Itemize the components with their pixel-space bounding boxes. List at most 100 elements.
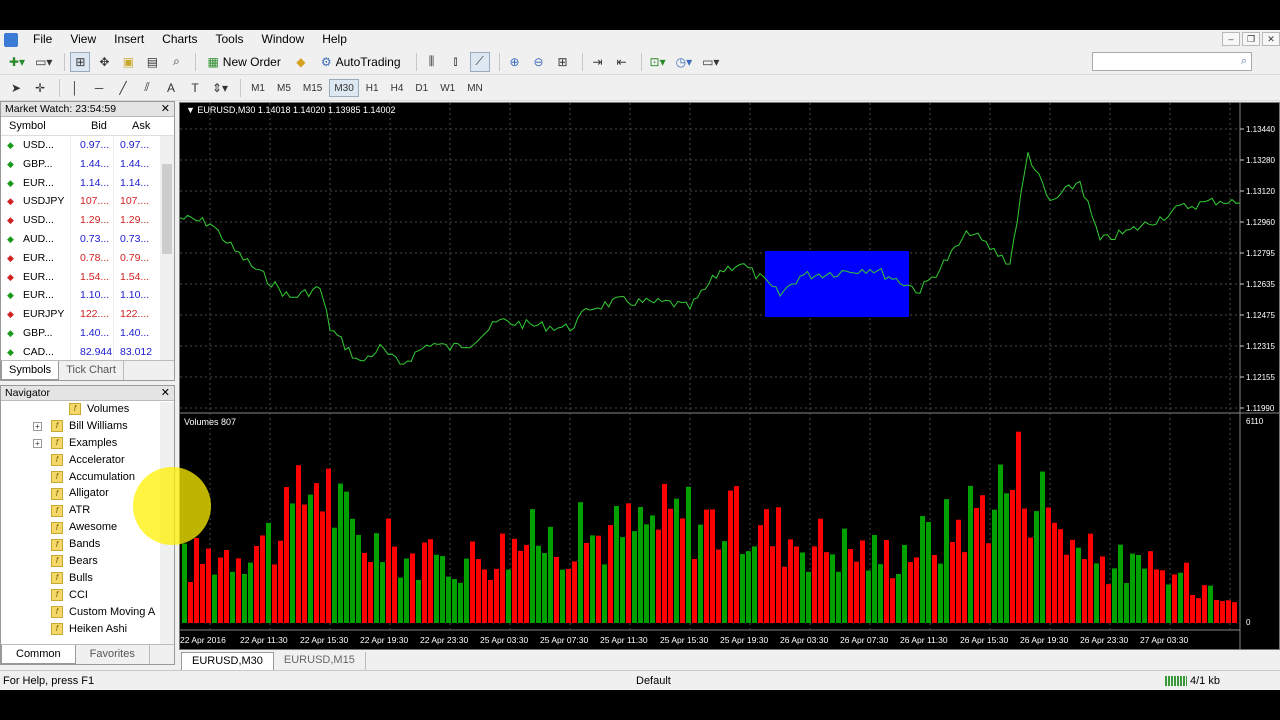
market-watch-icon[interactable]: ⊞ [70, 51, 91, 72]
column-ask[interactable]: Ask [114, 117, 159, 135]
scrollbar-thumb[interactable] [162, 164, 172, 254]
menu-view[interactable]: View [61, 30, 105, 49]
menu-charts[interactable]: Charts [153, 30, 206, 49]
market-watch-row[interactable]: ◆ EUR... 0.78... 0.79... [1, 248, 174, 268]
profiles-icon[interactable]: ▭▾ [32, 52, 55, 72]
navigator-item[interactable]: + f Examples [1, 435, 174, 452]
channel-icon[interactable]: ⫽ [137, 78, 157, 98]
market-watch-row[interactable]: ◆ EURJPY 122.... 122.... [1, 305, 174, 324]
market-watch-scrollbar[interactable] [160, 136, 174, 362]
restore-icon[interactable]: ❐ [1242, 32, 1260, 46]
timeframe-m1[interactable]: M1 [246, 79, 270, 97]
tab-favorites[interactable]: Favorites [76, 645, 150, 664]
navigator-item[interactable]: f Bears [1, 553, 174, 570]
metaeditor-icon[interactable]: ◆ [291, 52, 311, 72]
bar-chart-icon[interactable]: ⫼ [422, 52, 442, 72]
market-watch-row[interactable]: ◆ USD... 0.97... 0.97... [1, 136, 174, 155]
navigator-title-bar: Navigator ✕ [1, 386, 174, 401]
market-watch-row[interactable]: ◆ EUR... 1.14... 1.14... [1, 173, 174, 193]
expand-icon[interactable]: + [33, 421, 42, 431]
data-window-icon[interactable]: ✥ [94, 52, 114, 72]
navigator-item[interactable]: f Bands [1, 536, 174, 553]
expand-icon[interactable]: + [33, 438, 42, 448]
ask-cell: 107.... [120, 195, 150, 208]
timeframe-d1[interactable]: D1 [410, 79, 433, 97]
templates-icon[interactable]: ▭▾ [699, 52, 722, 72]
volume-bar [380, 562, 385, 623]
crosshair-icon[interactable]: ✛ [30, 78, 50, 98]
market-watch-row[interactable]: ◆ GBP... 1.40... 1.40... [1, 323, 174, 343]
navigator-item[interactable]: f Custom Moving A [1, 604, 174, 621]
candlestick-icon[interactable]: ⫾ [446, 52, 466, 72]
chart-window[interactable]: 1.13440 1.13280 1.13120 1.12960 1.12795 1.126… [179, 102, 1280, 651]
navigator-item[interactable]: f CCI [1, 587, 174, 604]
market-watch-row[interactable]: ◆ GBP... 1.44... 1.44... [1, 154, 174, 174]
timeframe-m15[interactable]: M15 [298, 79, 327, 97]
market-watch-row[interactable]: ◆ EUR... 1.10... 1.10... [1, 286, 174, 306]
menu-help[interactable]: Help [313, 30, 356, 49]
menu-tools[interactable]: Tools [207, 30, 253, 49]
volume-bar [602, 564, 607, 623]
terminal-icon[interactable]: ▤ [142, 52, 162, 72]
strategy-tester-icon[interactable]: ⌕ [166, 52, 186, 72]
chart-tab-eurusd-m30[interactable]: EURUSD,M30 [181, 652, 274, 670]
autotrading-button[interactable]: ⚙ AutoTrading [315, 52, 407, 72]
market-watch-row[interactable]: ◆ USDJPY 107.... 107.... [1, 192, 174, 212]
volume-bar [980, 495, 985, 623]
navigator-item[interactable]: f Bulls [1, 570, 174, 587]
text-label-icon[interactable]: T [185, 78, 205, 98]
timeframe-h4[interactable]: H4 [386, 79, 409, 97]
menu-file[interactable]: File [24, 30, 61, 49]
close-icon[interactable]: ✕ [1262, 32, 1280, 46]
navigator-item[interactable]: f Alligator [1, 485, 174, 502]
search-input[interactable]: ⌕ [1092, 52, 1252, 71]
close-icon[interactable]: ✕ [161, 386, 170, 401]
chart-shift-icon[interactable]: ⇥ [588, 52, 608, 72]
column-symbol[interactable]: Symbol [1, 117, 71, 135]
periods-icon[interactable]: ◷▾ [673, 52, 696, 72]
zoom-out-icon[interactable]: ⊖ [529, 52, 549, 72]
arrows-icon[interactable]: ⇕▾ [209, 78, 231, 98]
navigator-scrollbar[interactable] [160, 402, 174, 646]
new-chart-icon[interactable]: ✚▾ [6, 52, 28, 72]
navigator-item[interactable]: f Heiken Ashi [1, 621, 174, 638]
tab-symbols[interactable]: Symbols [1, 361, 60, 380]
navigator-item[interactable]: f ATR [1, 502, 174, 519]
market-watch-row[interactable]: ◆ CAD... 82.944 83.012 [1, 342, 174, 362]
autoscroll-icon[interactable]: ⇤ [612, 52, 632, 72]
tab-tick-chart[interactable]: Tick Chart [59, 361, 124, 380]
vertical-line-icon[interactable]: │ [65, 78, 85, 98]
chart-canvas[interactable]: 1.13440 1.13280 1.13120 1.12960 1.12795 1.126… [180, 103, 1280, 651]
timeframe-m30[interactable]: M30 [329, 78, 359, 97]
timeframe-m5[interactable]: M5 [272, 79, 296, 97]
menu-insert[interactable]: Insert [105, 30, 153, 49]
market-watch-row[interactable]: ◆ AUD... 0.73... 0.73... [1, 229, 174, 249]
line-chart-icon[interactable]: ⟋ [469, 51, 490, 72]
timeframe-mn[interactable]: MN [462, 79, 488, 97]
minimize-icon[interactable]: – [1222, 32, 1240, 46]
chart-tab-eurusd-m15[interactable]: EURUSD,M15 [274, 652, 366, 670]
market-watch-row[interactable]: ◆ USD... 1.29... 1.29... [1, 211, 174, 230]
column-bid[interactable]: Bid [71, 117, 114, 135]
menu-window[interactable]: Window [253, 30, 314, 49]
zoom-in-icon[interactable]: ⊕ [505, 52, 525, 72]
close-icon[interactable]: ✕ [161, 102, 170, 117]
tile-windows-icon[interactable]: ⊞ [553, 52, 573, 72]
timeframe-h1[interactable]: H1 [361, 79, 384, 97]
text-icon[interactable]: A [161, 78, 181, 98]
horizontal-line-icon[interactable]: ─ [89, 78, 109, 98]
tab-common[interactable]: Common [1, 645, 76, 664]
navigator-item[interactable]: f Accelerator [1, 452, 174, 469]
navigator-icon[interactable]: ▣ [118, 52, 138, 72]
navigator-item[interactable]: + f Bill Williams [1, 418, 174, 435]
new-order-button[interactable]: ▦ New Order [201, 52, 286, 72]
cursor-icon[interactable]: ➤ [6, 78, 26, 98]
trendline-icon[interactable]: ╱ [113, 78, 133, 98]
timeframe-w1[interactable]: W1 [435, 79, 460, 97]
indicators-icon[interactable]: ⊡▾ [647, 52, 669, 72]
volume-bar [824, 552, 829, 623]
navigator-item[interactable]: f Accumulation [1, 469, 174, 486]
navigator-item[interactable]: f Volumes [1, 401, 174, 418]
navigator-item[interactable]: f Awesome [1, 519, 174, 536]
market-watch-row[interactable]: ◆ EUR... 1.54... 1.54... [1, 267, 174, 287]
